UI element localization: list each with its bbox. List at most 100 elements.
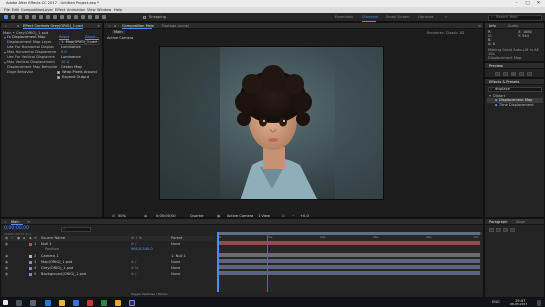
edge-behavior-checkbox[interactable] <box>57 71 60 74</box>
label-color-swatch[interactable] <box>29 260 32 264</box>
label-color-swatch[interactable] <box>29 266 32 270</box>
justify-button[interactable] <box>510 228 515 232</box>
layer-bar[interactable] <box>217 241 480 245</box>
workspace-overflow-icon[interactable]: » <box>445 15 447 19</box>
menu-edit[interactable]: Edit <box>12 8 19 12</box>
layer-parent-select[interactable]: 1. Null 1 <box>171 254 186 258</box>
panel-menu-icon[interactable]: ≡ <box>97 24 100 28</box>
snapping-checkbox[interactable] <box>143 16 146 19</box>
menu-effect[interactable]: Effect <box>55 8 65 12</box>
timeline-search-box[interactable] <box>61 227 91 232</box>
play-button[interactable] <box>511 72 516 76</box>
clone-tool-icon[interactable] <box>81 15 85 19</box>
time-graph[interactable]: 0s 02s 04s 06s 08s 10s <box>217 232 482 292</box>
prev-frame-button[interactable] <box>503 72 508 76</box>
workspace-standard[interactable]: Standard <box>362 15 378 19</box>
first-frame-button[interactable] <box>495 72 500 76</box>
eraser-tool-icon[interactable] <box>88 15 92 19</box>
rotate-tool-icon[interactable] <box>32 15 36 19</box>
search-help-input[interactable]: Search Help <box>496 15 518 19</box>
toggle-switches-button[interactable]: Toggle Switches / Modes <box>131 292 168 296</box>
after-effects-icon[interactable] <box>129 299 135 306</box>
layer-switches[interactable]: ⊘ ∕ <box>131 272 136 276</box>
edge-icon[interactable] <box>45 299 51 306</box>
breadcrumb[interactable]: Main <box>112 30 125 35</box>
position-value[interactable]: 960.0,540.0 <box>131 247 153 251</box>
visibility-icon[interactable]: ◉ <box>5 272 8 276</box>
tab-paragraph[interactable]: Paragraph <box>489 220 507 224</box>
tab-effects-presets[interactable]: Effects & Presets <box>489 80 519 84</box>
expand-output-checkbox[interactable] <box>57 76 60 79</box>
close-tab-icon[interactable]: × <box>4 24 7 28</box>
panel-menu-icon[interactable]: ≡ <box>27 220 30 224</box>
close-tab-icon[interactable]: × <box>108 24 111 28</box>
file-explorer-icon[interactable] <box>59 299 65 306</box>
pan-behind-tool-icon[interactable] <box>46 15 50 19</box>
effect-time-displacement[interactable]: Time Displacement <box>499 103 534 107</box>
workspace-small-screen[interactable]: Small Screen <box>386 15 409 19</box>
last-frame-button[interactable] <box>527 72 532 76</box>
table-row[interactable]: ◉ 5 Background(ORIG)_1.psd ⊘ ∕ None <box>1 271 215 277</box>
chrome-icon[interactable] <box>115 299 121 306</box>
layer-name[interactable]: Background(ORIG)_1.psd <box>41 272 86 276</box>
effect-twirl-icon[interactable] <box>3 36 6 39</box>
panel-menu-icon[interactable]: ≡ <box>478 24 481 28</box>
layer-switches[interactable]: ⊘ ∕ <box>131 260 136 264</box>
notifications-icon[interactable] <box>537 299 541 306</box>
task-view-icon[interactable] <box>30 299 36 306</box>
menu-file[interactable]: File <box>4 8 10 12</box>
menu-composition[interactable]: Composition <box>21 8 43 12</box>
store-icon[interactable] <box>73 299 79 306</box>
brush-tool-icon[interactable] <box>74 15 78 19</box>
layer-parent-select[interactable]: None <box>171 260 180 264</box>
timeline-timecode[interactable]: 0;00;00;00 <box>4 226 29 231</box>
visibility-icon[interactable]: ◉ <box>5 254 8 258</box>
composition-viewer[interactable] <box>159 46 384 200</box>
menu-window[interactable]: Window <box>97 8 111 12</box>
media-icon[interactable] <box>87 299 93 306</box>
zoom-tool-icon[interactable] <box>25 15 29 19</box>
minimize-button[interactable]: – <box>511 0 522 7</box>
lock-icon[interactable]: ▪ <box>17 24 19 28</box>
layer-parent-select[interactable]: None <box>171 272 180 276</box>
workspace-essentials[interactable]: Essentials <box>335 15 353 19</box>
language-indicator[interactable]: ENG <box>492 300 500 304</box>
layer-parent-select[interactable]: None <box>171 266 180 270</box>
layer-name[interactable]: Camera 1 <box>41 254 59 258</box>
layer-bar[interactable] <box>217 271 480 275</box>
tab-footage[interactable]: Footage (none) <box>162 24 189 28</box>
tab-audio[interactable]: Audio <box>508 24 518 28</box>
text-tool-icon[interactable] <box>67 15 71 19</box>
layer-name[interactable]: Map(ORIG)_1.psd <box>41 260 72 264</box>
next-frame-button[interactable] <box>519 72 524 76</box>
layer-bar[interactable] <box>217 253 480 257</box>
effects-search-input[interactable]: displace <box>495 87 510 91</box>
shape-tool-icon[interactable] <box>53 15 57 19</box>
visibility-icon[interactable]: ◉ <box>5 260 8 264</box>
camera-tool-icon[interactable] <box>39 15 43 19</box>
label-color-swatch[interactable] <box>29 272 32 276</box>
maximize-button[interactable]: □ <box>522 0 533 7</box>
close-tab-icon[interactable]: × <box>4 220 7 224</box>
workspace-libraries[interactable]: Libraries <box>418 15 434 19</box>
layer-name[interactable]: Grey(ORIG)_1.psd <box>41 266 73 270</box>
layer-bar[interactable] <box>217 265 480 269</box>
app-icon[interactable] <box>101 299 107 306</box>
hand-tool-icon[interactable] <box>18 15 22 19</box>
visibility-icon[interactable]: ◉ <box>5 266 8 270</box>
tab-preview[interactable]: Preview <box>489 64 503 68</box>
menu-animation[interactable]: Animation <box>67 8 85 12</box>
align-right-button[interactable] <box>503 228 508 232</box>
layer-bar[interactable] <box>217 259 480 263</box>
menu-help[interactable]: Help <box>114 8 122 12</box>
lock-icon[interactable]: ▪ <box>114 24 116 28</box>
menu-view[interactable]: View <box>87 8 96 12</box>
roto-tool-icon[interactable] <box>95 15 99 19</box>
search-taskbar-icon[interactable] <box>16 299 22 306</box>
selection-tool-icon[interactable] <box>11 15 15 19</box>
puppet-tool-icon[interactable] <box>102 15 106 19</box>
twirl-icon[interactable] <box>3 51 6 54</box>
pen-tool-icon[interactable] <box>60 15 64 19</box>
close-button[interactable]: ✕ <box>533 0 544 7</box>
clock-date[interactable]: 08-03-2017 <box>510 302 527 306</box>
